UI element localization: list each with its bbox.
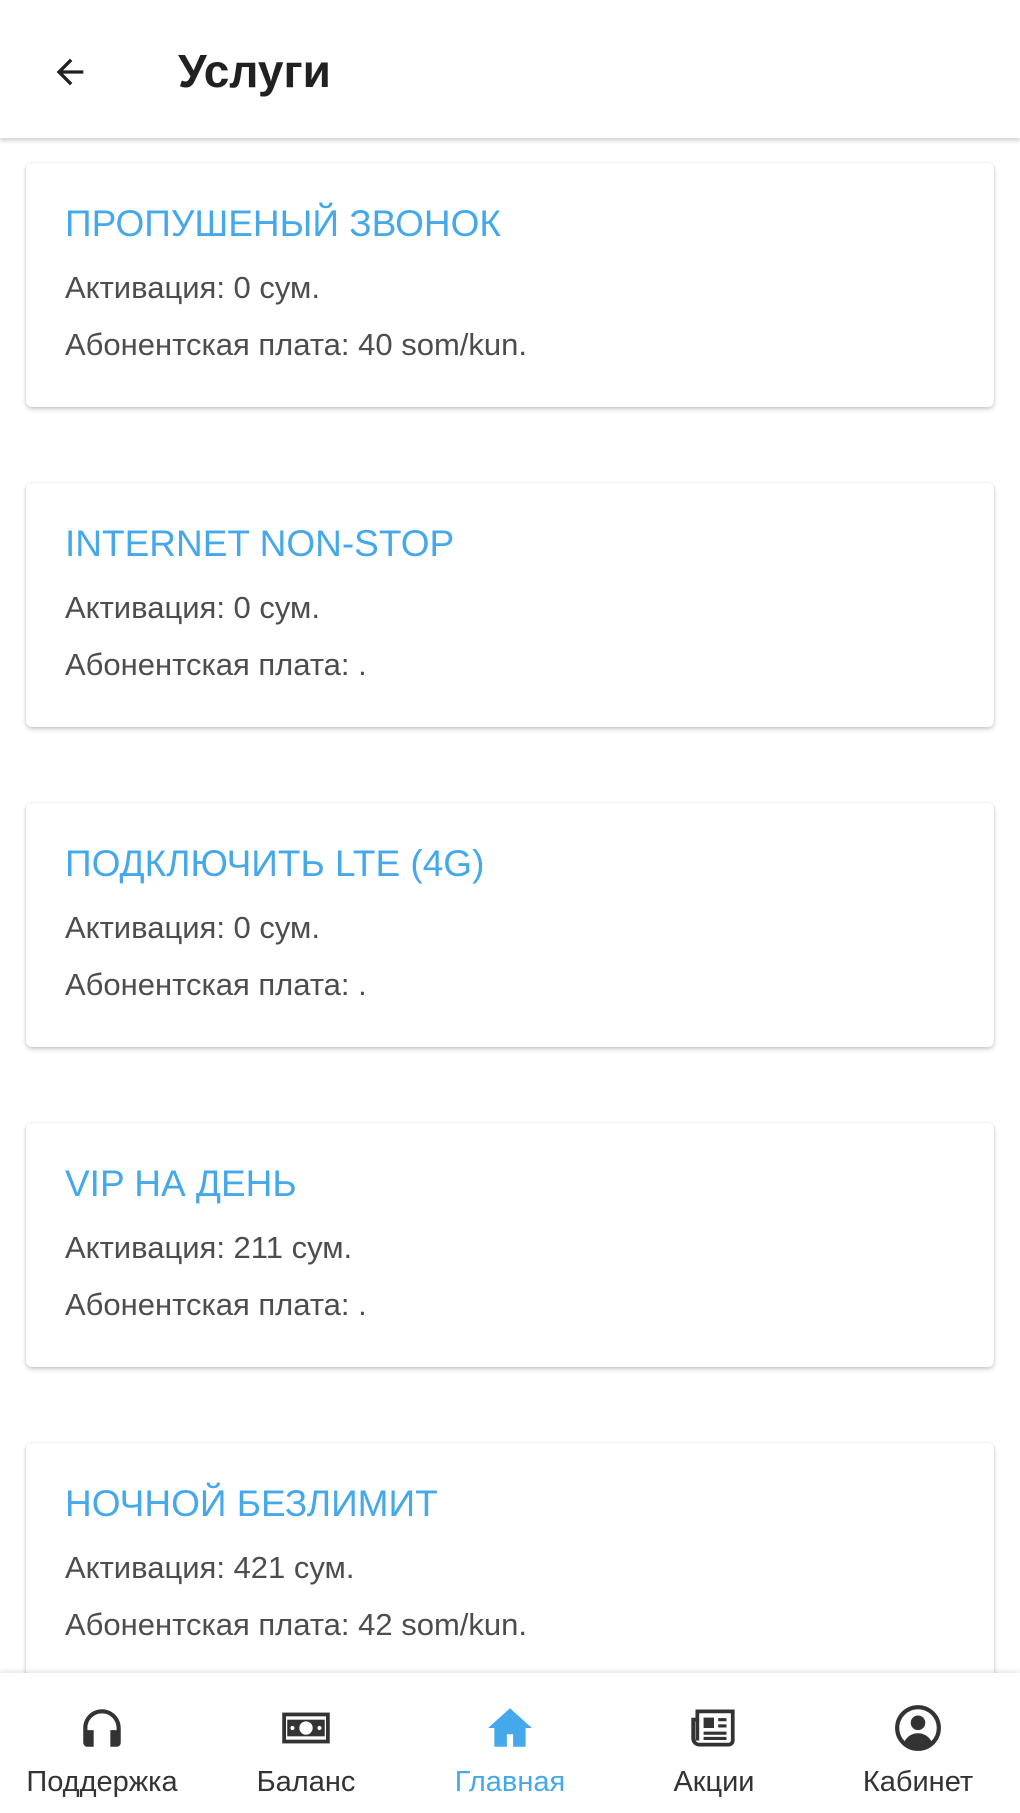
arrow-back-icon xyxy=(56,58,84,86)
services-list[interactable]: ПРОПУШЕНЫЙ ЗВОНОК Активация: 0 сум. Абон… xyxy=(0,138,1020,1673)
nav-item-promotions[interactable]: Акции xyxy=(612,1673,816,1813)
service-fee: Абонентская плата: . xyxy=(65,967,367,1002)
nav-item-support[interactable]: Поддержка xyxy=(0,1673,204,1813)
service-card[interactable]: INTERNET NON-STOP Активация: 0 сум. Абон… xyxy=(26,483,994,727)
service-activation: Активация: 0 сум. xyxy=(65,590,320,625)
service-title: ПОДКЛЮЧИТЬ LTE (4G) xyxy=(65,843,485,884)
nav-item-home[interactable]: Главная xyxy=(408,1673,612,1813)
newspaper-icon xyxy=(691,1709,735,1747)
service-title: НОЧНОЙ БЕЗЛИМИТ xyxy=(65,1483,438,1524)
service-fee: Абонентская плата: 42 som/kun. xyxy=(65,1607,528,1642)
account-circle-icon xyxy=(895,1705,941,1751)
nav-label: Поддержка xyxy=(26,1766,178,1798)
service-fee: Абонентская плата: 40 som/kun. xyxy=(65,327,528,362)
service-card[interactable]: VIP НА ДЕНЬ Активация: 211 сум. Абонентс… xyxy=(26,1123,994,1367)
app-bar: Услуги xyxy=(0,0,1020,138)
service-activation: Активация: 211 сум. xyxy=(65,1230,353,1265)
nav-label: Кабинет xyxy=(862,1766,974,1798)
banknote-icon xyxy=(282,1712,330,1744)
service-title: INTERNET NON-STOP xyxy=(65,523,455,564)
nav-item-balance[interactable]: Баланс xyxy=(204,1673,408,1813)
service-card[interactable]: НОЧНОЙ БЕЗЛИМИТ Активация: 421 сум. Абон… xyxy=(26,1443,994,1673)
service-activation: Активация: 0 сум. xyxy=(65,910,320,945)
nav-label: Акции xyxy=(673,1766,755,1798)
nav-item-cabinet[interactable]: Кабинет xyxy=(816,1673,1020,1813)
back-button[interactable] xyxy=(38,40,102,104)
service-activation: Активация: 421 сум. xyxy=(65,1550,355,1585)
page-title: Услуги xyxy=(178,45,331,97)
service-title: ПРОПУШЕНЫЙ ЗВОНОК xyxy=(65,203,501,244)
service-card[interactable]: ПОДКЛЮЧИТЬ LTE (4G) Активация: 0 сум. Аб… xyxy=(26,803,994,1047)
service-card[interactable]: ПРОПУШЕНЫЙ ЗВОНОК Активация: 0 сум. Абон… xyxy=(26,163,994,407)
service-activation: Активация: 0 сум. xyxy=(65,270,320,305)
nav-label: Главная xyxy=(454,1766,566,1798)
service-fee: Абонентская плата: . xyxy=(65,1287,367,1322)
service-title: VIP НА ДЕНЬ xyxy=(65,1163,297,1204)
headphones-icon xyxy=(83,1709,121,1747)
bottom-navigation: Поддержка Баланс Главная Акции Кабинет xyxy=(0,1673,1020,1813)
service-fee: Абонентская плата: . xyxy=(65,647,367,682)
nav-label: Баланс xyxy=(256,1766,356,1798)
home-icon xyxy=(488,1708,532,1747)
